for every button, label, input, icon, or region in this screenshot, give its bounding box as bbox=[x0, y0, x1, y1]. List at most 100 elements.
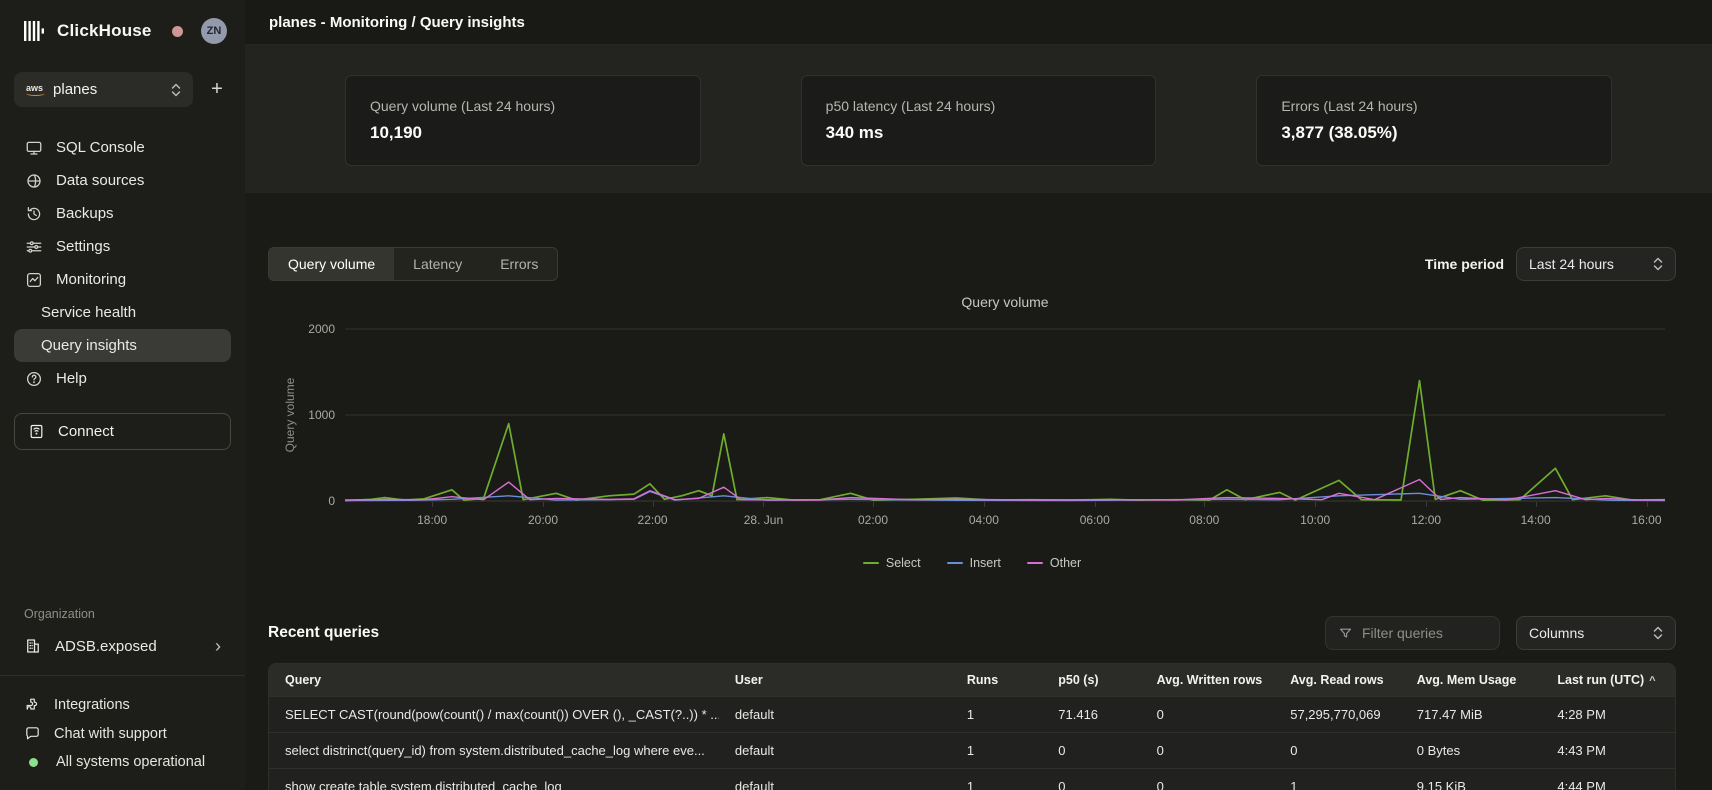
sidebar-item-help[interactable]: Help bbox=[14, 362, 231, 395]
stat-label: Query volume (Last 24 hours) bbox=[370, 98, 676, 114]
chat-support-link[interactable]: Chat with support bbox=[14, 719, 231, 748]
sidebar-item-label: SQL Console bbox=[56, 139, 145, 156]
series-other bbox=[345, 480, 1665, 501]
table-cell: show create table system.distributed_cac… bbox=[269, 769, 719, 790]
sidebar-header: ClickHouse ZN bbox=[14, 12, 231, 50]
sidebar-item-settings[interactable]: Settings bbox=[14, 230, 231, 263]
stat-value: 340 ms bbox=[826, 123, 1132, 143]
x-tick-mark bbox=[1204, 502, 1205, 507]
x-tick-mark bbox=[432, 502, 433, 507]
stat-label: Errors (Last 24 hours) bbox=[1281, 98, 1587, 114]
stat-value: 3,877 (38.05%) bbox=[1281, 123, 1587, 143]
filter-queries-input[interactable] bbox=[1362, 625, 1487, 641]
legend-label: Select bbox=[886, 556, 921, 570]
legend-item-select[interactable]: Select bbox=[863, 556, 921, 570]
tab-errors[interactable]: Errors bbox=[481, 248, 557, 280]
column-header-p50-s-[interactable]: p50 (s) bbox=[1042, 664, 1140, 696]
y-tick-label: 2000 bbox=[291, 322, 335, 336]
aws-icon: aws bbox=[26, 83, 43, 96]
status-ok-icon bbox=[29, 758, 38, 767]
puzzle-icon bbox=[24, 696, 41, 713]
integrations-label: Integrations bbox=[54, 697, 130, 713]
chevron-updown-icon bbox=[171, 83, 181, 97]
sidebar-item-label: Monitoring bbox=[56, 271, 126, 288]
table-cell: 0 Bytes bbox=[1401, 733, 1542, 768]
column-header-last-run-utc-[interactable]: Last run (UTC)^ bbox=[1541, 664, 1675, 696]
table-cell: SELECT CAST(round(pow(count() / max(coun… bbox=[269, 697, 719, 732]
globe-icon bbox=[24, 171, 43, 190]
table-row[interactable]: SELECT CAST(round(pow(count() / max(coun… bbox=[269, 696, 1675, 732]
connect-button[interactable]: Connect bbox=[14, 413, 231, 450]
table-row[interactable]: show create table system.distributed_cac… bbox=[269, 768, 1675, 790]
columns-select[interactable]: Columns bbox=[1516, 616, 1676, 650]
legend-swatch bbox=[863, 562, 879, 565]
x-tick-label: 20:00 bbox=[528, 513, 558, 527]
legend-label: Other bbox=[1050, 556, 1081, 570]
recent-queries-title: Recent queries bbox=[268, 624, 379, 642]
table-cell: 1 bbox=[1274, 769, 1401, 790]
sidebar-item-service-health[interactable]: Service health bbox=[14, 296, 231, 329]
chevron-right-icon: › bbox=[215, 637, 221, 655]
sidebar-item-query-insights[interactable]: Query insights bbox=[14, 329, 231, 362]
clickhouse-logo-icon bbox=[24, 21, 47, 41]
tab-latency[interactable]: Latency bbox=[394, 248, 481, 280]
integrations-link[interactable]: Integrations bbox=[14, 690, 231, 719]
sliders-icon bbox=[24, 237, 43, 256]
building-icon bbox=[24, 637, 42, 655]
tab-query-volume[interactable]: Query volume bbox=[269, 248, 394, 280]
x-tick-mark bbox=[1315, 502, 1316, 507]
sidebar-item-data-sources[interactable]: Data sources bbox=[14, 164, 231, 197]
column-header-runs[interactable]: Runs bbox=[951, 664, 1042, 696]
time-period-label: Time period bbox=[1425, 256, 1504, 272]
x-tick-mark bbox=[1095, 502, 1096, 507]
sidebar-item-sql-console[interactable]: SQL Console bbox=[14, 131, 231, 164]
time-period-select[interactable]: Last 24 hours bbox=[1516, 247, 1676, 281]
column-header-avg-read-rows[interactable]: Avg. Read rows bbox=[1274, 664, 1401, 696]
notification-dot bbox=[172, 26, 183, 37]
sidebar-item-label: Data sources bbox=[56, 172, 144, 189]
legend-item-other[interactable]: Other bbox=[1027, 556, 1081, 570]
legend-item-insert[interactable]: Insert bbox=[947, 556, 1001, 570]
table-row[interactable]: select distrinct(query_id) from system.d… bbox=[269, 732, 1675, 768]
organization-selector[interactable]: ADSB.exposed › bbox=[14, 633, 231, 659]
x-tick-mark bbox=[984, 502, 985, 507]
x-tick-mark bbox=[653, 502, 654, 507]
legend-swatch bbox=[947, 562, 963, 565]
table-cell: 0 bbox=[1141, 733, 1275, 768]
table-cell: 1 bbox=[951, 769, 1042, 790]
table-cell: 1 bbox=[951, 697, 1042, 732]
add-service-button[interactable]: + bbox=[203, 76, 231, 104]
system-status[interactable]: All systems operational bbox=[14, 748, 231, 776]
stats-band: Query volume (Last 24 hours) 10,190 p50 … bbox=[245, 45, 1712, 193]
main-area: planes - Monitoring / Query insights Que… bbox=[245, 0, 1712, 790]
service-selector[interactable]: aws planes bbox=[14, 72, 193, 107]
sidebar: ClickHouse ZN aws planes + SQL Console D… bbox=[0, 0, 245, 790]
sidebar-item-backups[interactable]: Backups bbox=[14, 197, 231, 230]
column-header-user[interactable]: User bbox=[719, 664, 951, 696]
column-header-query[interactable]: Query bbox=[269, 664, 719, 696]
logo-text: ClickHouse bbox=[57, 21, 152, 41]
x-tick-label: 18:00 bbox=[417, 513, 447, 527]
chevron-updown-icon bbox=[1653, 626, 1663, 640]
chevron-updown-icon bbox=[1653, 257, 1663, 271]
sidebar-item-monitoring[interactable]: Monitoring bbox=[14, 263, 231, 296]
series-select bbox=[345, 381, 1665, 501]
table-header-row: QueryUserRunsp50 (s)Avg. Written rowsAvg… bbox=[269, 664, 1675, 696]
table-cell: 4:28 PM bbox=[1541, 697, 1675, 732]
x-tick-mark bbox=[1426, 502, 1427, 507]
column-header-avg-written-rows[interactable]: Avg. Written rows bbox=[1141, 664, 1275, 696]
sidebar-item-label: Backups bbox=[56, 205, 114, 222]
x-tick-label: 04:00 bbox=[969, 513, 999, 527]
topbar: planes - Monitoring / Query insights bbox=[245, 0, 1712, 45]
avatar[interactable]: ZN bbox=[201, 18, 227, 44]
table-cell: default bbox=[719, 733, 951, 768]
table-cell: 0 bbox=[1042, 769, 1140, 790]
stat-value: 10,190 bbox=[370, 123, 676, 143]
divider bbox=[0, 675, 245, 676]
x-tick-label: 06:00 bbox=[1080, 513, 1110, 527]
column-header-avg-mem-usage[interactable]: Avg. Mem Usage bbox=[1401, 664, 1542, 696]
x-tick-mark bbox=[763, 502, 764, 507]
chart-tabs: Query volume Latency Errors bbox=[268, 247, 558, 281]
y-tick-label: 0 bbox=[291, 494, 335, 508]
help-icon bbox=[24, 369, 43, 388]
